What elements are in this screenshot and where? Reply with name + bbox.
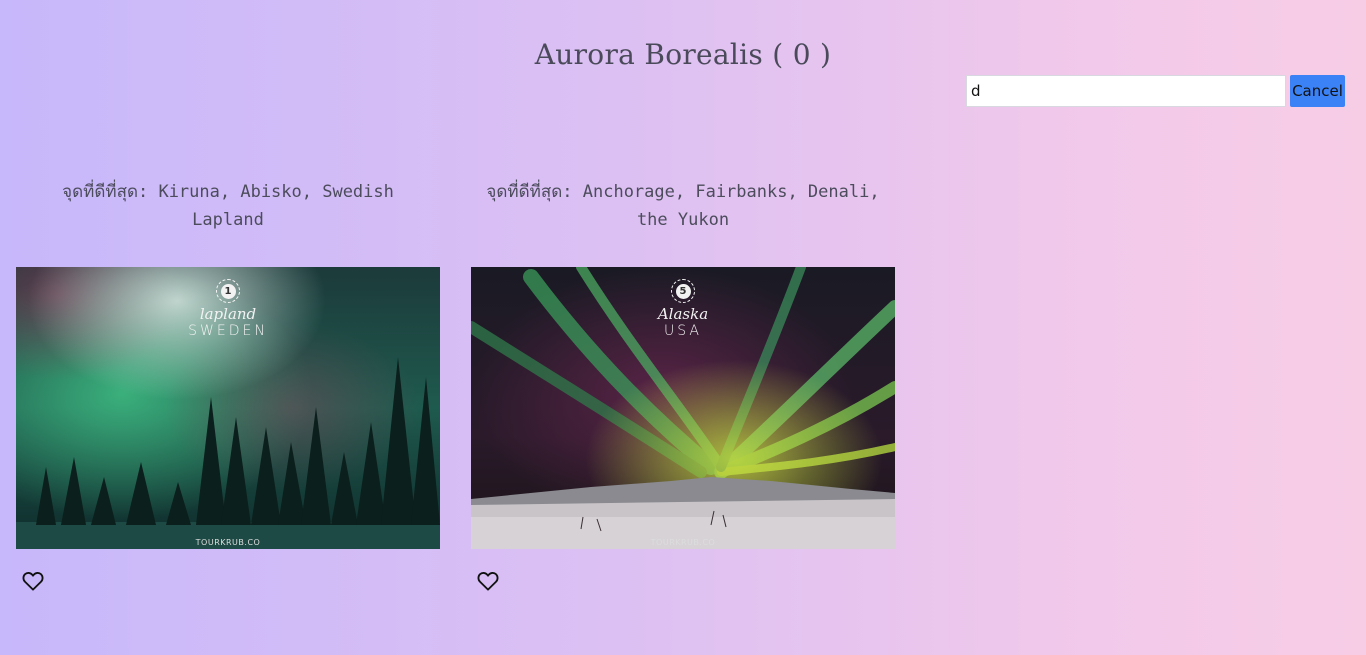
country-name: USA bbox=[664, 323, 702, 339]
aurora-card: จุดที่ดีที่สุด: Kiruna, Abisko, Swedish … bbox=[16, 176, 440, 611]
heart-icon[interactable] bbox=[477, 571, 499, 591]
card-image-lapland: 1 lapland SWEDEN TOURKRUB.CO bbox=[16, 267, 440, 549]
aurora-card: จุดที่ดีที่สุด: Anchorage, Fairbanks, De… bbox=[471, 176, 895, 611]
page-title: Aurora Borealis ( 0 ) bbox=[534, 38, 832, 71]
heart-icon[interactable] bbox=[22, 571, 44, 591]
search-input[interactable] bbox=[966, 75, 1286, 107]
card-actions bbox=[471, 549, 895, 611]
card-title: จุดที่ดีที่สุด: Kiruna, Abisko, Swedish … bbox=[62, 182, 394, 230]
cancel-button[interactable]: Cancel bbox=[1290, 75, 1345, 107]
card-actions bbox=[16, 549, 440, 611]
card-title: จุดที่ดีที่สุด: Anchorage, Fairbanks, De… bbox=[486, 182, 880, 230]
card-image-alaska: 5 Alaska USA TOURKRUB.CO bbox=[471, 267, 895, 549]
place-name: Alaska bbox=[657, 305, 709, 323]
rank-badge: 5 bbox=[671, 279, 695, 303]
watermark: TOURKRUB.CO bbox=[195, 538, 261, 547]
watermark: TOURKRUB.CO bbox=[650, 538, 716, 547]
place-name: lapland bbox=[199, 305, 257, 323]
country-name: SWEDEN bbox=[188, 323, 268, 339]
search-bar: Cancel bbox=[966, 75, 1345, 107]
rank-badge: 1 bbox=[216, 279, 240, 303]
